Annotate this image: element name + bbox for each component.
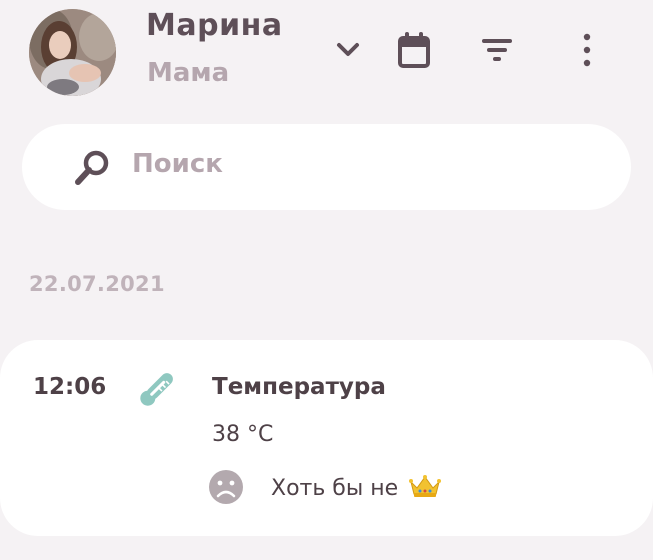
entry-value: 38 °C bbox=[212, 422, 274, 447]
avatar-photo bbox=[29, 9, 116, 96]
list-item[interactable]: 12:06 Температура 38 °C Хоть бы не bbox=[0, 340, 653, 536]
avatar[interactable] bbox=[29, 9, 116, 96]
filter-icon[interactable] bbox=[477, 28, 517, 72]
entry-title: Температура bbox=[212, 374, 386, 400]
search-icon bbox=[75, 150, 109, 185]
more-vert-icon[interactable] bbox=[567, 28, 607, 72]
profile-role: Мама bbox=[147, 58, 230, 88]
crown-icon bbox=[409, 475, 442, 497]
calendar-icon[interactable] bbox=[394, 28, 434, 72]
date-header: 22.07.2021 bbox=[29, 272, 165, 296]
sad-face-icon bbox=[209, 470, 243, 504]
entry-note-text: Хоть бы не bbox=[271, 476, 399, 501]
profile-name: Марина bbox=[146, 8, 283, 43]
chevron-down-icon[interactable] bbox=[328, 28, 368, 72]
entry-note: Хоть бы не bbox=[271, 474, 442, 501]
entry-time: 12:06 bbox=[33, 374, 107, 400]
search-placeholder: Поиск bbox=[132, 149, 223, 179]
thermometer-icon bbox=[140, 373, 173, 406]
search-input[interactable]: Поиск bbox=[22, 124, 631, 210]
header: Марина Мама bbox=[0, 0, 653, 110]
